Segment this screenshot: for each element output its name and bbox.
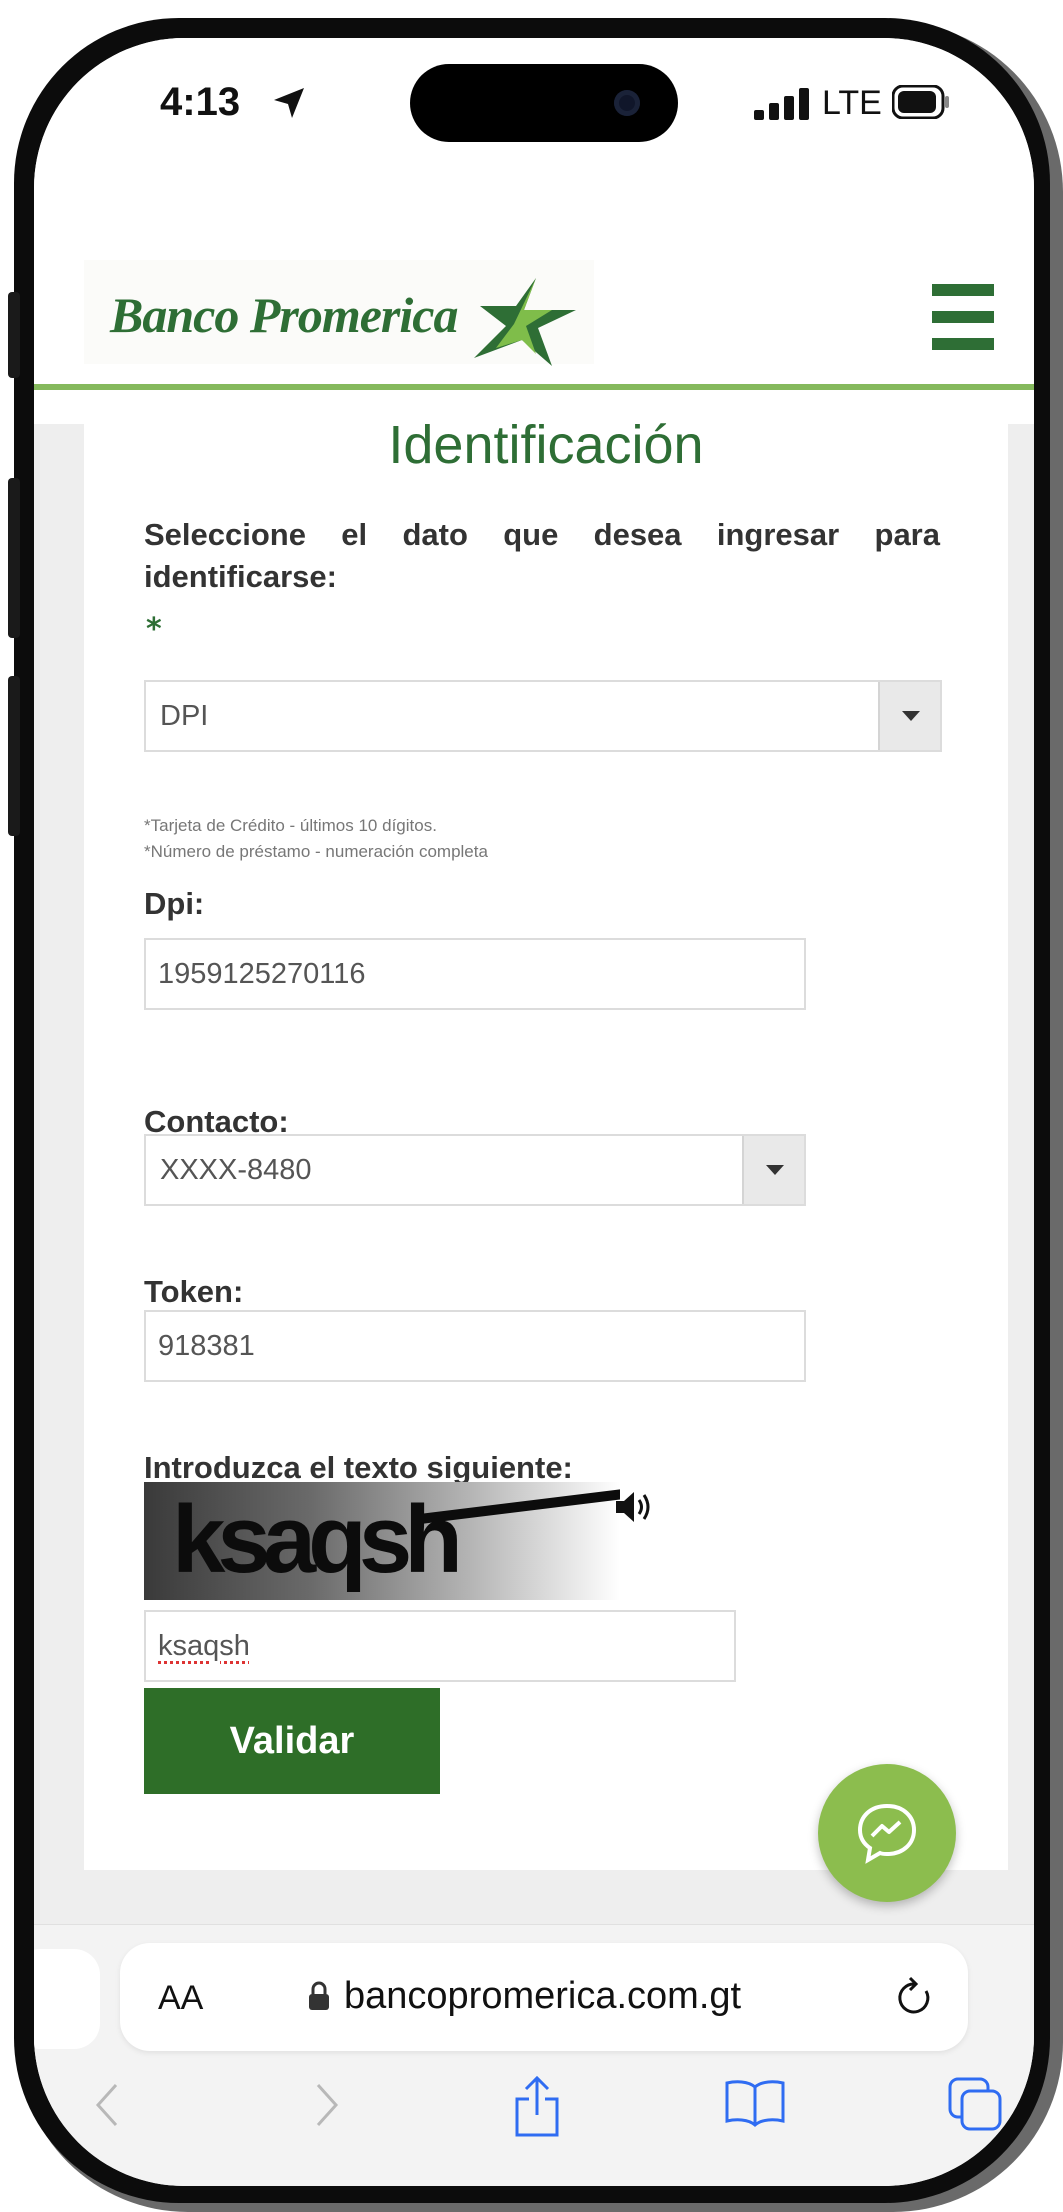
captcha-image-text: ksaqsh — [172, 1486, 463, 1593]
form-prompt: Seleccione el dato que desea ingresar pa… — [144, 517, 940, 594]
required-mark: * — [146, 612, 162, 647]
captcha-label: Introduzca el texto siguiente: — [144, 1450, 573, 1485]
captcha-image: ksaqsh — [144, 1482, 620, 1600]
lock-icon — [309, 1981, 329, 2010]
brand-name: Banco Promerica — [110, 287, 458, 343]
note-loan: *Número de préstamo - numeración complet… — [144, 842, 488, 861]
cellular-signal-icon — [754, 88, 809, 120]
network-type: LTE — [822, 84, 882, 122]
hamburger-menu-icon[interactable] — [932, 284, 994, 350]
page-title: Identificación — [388, 415, 704, 475]
back-icon[interactable] — [88, 2075, 124, 2135]
token-value: 918381 — [158, 1330, 255, 1362]
token-label: Token: — [144, 1274, 244, 1309]
status-bar: 4:13 LTE — [34, 38, 1034, 188]
side-button-volume-up — [8, 478, 20, 638]
dynamic-island — [410, 64, 678, 142]
address-url: bancopromerica.com.gt — [344, 1975, 742, 2017]
dropdown-arrow-icon[interactable] — [742, 1136, 804, 1204]
status-time: 4:13 — [160, 80, 241, 124]
address-bar[interactable]: AA bancopromerica.com.gt — [120, 1943, 968, 2051]
reload-icon[interactable] — [894, 1975, 936, 2019]
promerica-star-logo — [474, 278, 576, 366]
dpi-label: Dpi: — [144, 886, 205, 921]
identification-form: Identificación Seleccione el dato que de… — [84, 390, 1008, 1870]
browser-toolbar: AA bancopromerica.com.gt — [34, 1924, 1034, 2186]
id-type-select[interactable]: DPI — [144, 680, 942, 752]
dpi-value: 1959125270116 — [158, 958, 366, 990]
dropdown-arrow-icon[interactable] — [878, 682, 940, 750]
previous-tab-preview[interactable] — [34, 1949, 100, 2049]
side-button-volume-down — [8, 676, 20, 836]
messenger-chat-icon — [857, 1803, 917, 1864]
forward-icon[interactable] — [310, 2075, 346, 2135]
side-button-mute — [8, 292, 20, 378]
captcha-input-value: ksaqsh — [158, 1630, 250, 1662]
token-input[interactable]: 918381 — [144, 1310, 806, 1382]
captcha-input[interactable]: ksaqsh — [144, 1610, 736, 1682]
messenger-chat-button[interactable] — [818, 1764, 956, 1902]
contacto-value: XXXX-8480 — [160, 1154, 312, 1186]
tabs-icon[interactable] — [946, 2075, 1006, 2135]
battery-icon — [892, 85, 949, 119]
text-size-button[interactable]: AA — [158, 1979, 203, 2018]
dpi-input[interactable]: 1959125270116 — [144, 938, 806, 1010]
browser-nav-row — [34, 2075, 1034, 2175]
camera-icon — [614, 90, 640, 116]
phone-screen: 4:13 LTE Banco Promerica Identificación … — [34, 38, 1034, 2186]
location-arrow-icon — [274, 88, 304, 118]
bookmarks-icon[interactable] — [724, 2075, 786, 2127]
speaker-icon[interactable] — [614, 1490, 654, 1524]
validar-button[interactable]: Validar — [144, 1688, 440, 1794]
id-type-value: DPI — [160, 700, 209, 732]
note-credit-card: *Tarjeta de Crédito - últimos 10 dígitos… — [144, 816, 437, 835]
share-icon[interactable] — [512, 2075, 562, 2139]
contacto-select[interactable]: XXXX-8480 — [144, 1134, 806, 1206]
